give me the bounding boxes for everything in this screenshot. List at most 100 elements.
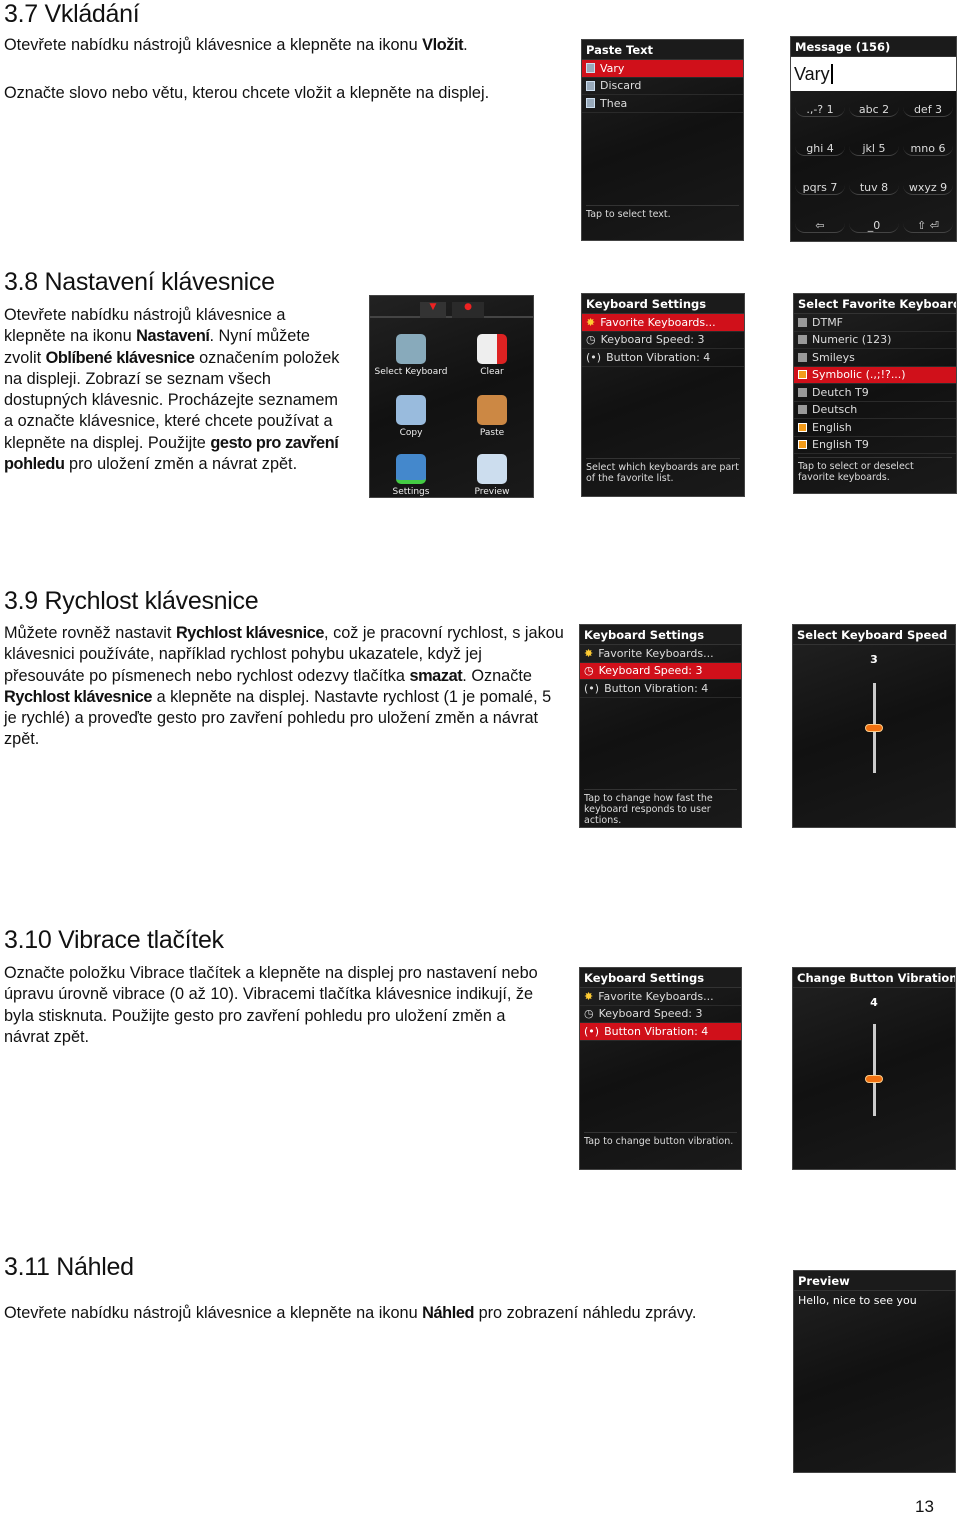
list-item: English	[794, 419, 956, 437]
clear-tool: Clear	[452, 334, 532, 377]
star-icon: ✸	[586, 315, 596, 329]
key: _0	[849, 219, 899, 233]
paragraph: Otevřete nabídku nástrojů klávesnice a k…	[4, 1304, 697, 1322]
speed-value: 3	[870, 653, 878, 666]
section-title: 3.10 Vibrace tlačítek	[4, 926, 224, 954]
hint: Select which keyboards are part of the f…	[586, 458, 740, 484]
preview-text: Hello, nice to see you	[798, 1294, 917, 1307]
screen-title: Keyboard Settings	[580, 968, 741, 988]
list-item: Smileys	[794, 349, 956, 367]
backspace-key: ⇦	[795, 219, 845, 233]
note-icon	[586, 63, 595, 74]
clear-icon	[477, 334, 507, 364]
hint: Tap to select or deselect favorite keybo…	[798, 457, 952, 483]
key: def 3	[903, 103, 953, 117]
checkbox-checked-icon	[798, 440, 807, 450]
clock-icon: ◷	[586, 333, 596, 346]
checkbox-icon	[798, 335, 807, 345]
paste-text-screenshot: Paste Text Vary Discard Thea Tap to sele…	[581, 39, 744, 241]
preview-tool: Preview	[452, 454, 532, 497]
list-item: Deutch T9	[794, 384, 956, 402]
list-item: Deutsch	[794, 402, 956, 419]
list-item: Thea	[582, 95, 743, 113]
paste-tool: Paste	[452, 395, 532, 438]
screen-title: Message (156)	[791, 37, 956, 57]
keyboard-tools-screenshot: ▼ ● Select Keyboard Clear Copy Paste Sett…	[369, 295, 534, 498]
paragraph: Můžete rovněž nastavit Rychlost klávesni…	[4, 624, 564, 749]
list-item: (•) Button Vibration: 4	[580, 680, 741, 698]
screen-title: Keyboard Settings	[582, 294, 744, 314]
vibration-slider	[873, 1024, 876, 1116]
slider-knob	[865, 724, 883, 732]
favorite-keyboards-screenshot: Select Favorite Keyboards DTMF Numeric (…	[793, 293, 957, 494]
list-item: Discard	[582, 78, 743, 95]
list-item: Symbolic (.,;!?...)	[794, 366, 956, 384]
settings-tool: Settings	[371, 454, 451, 497]
list-item: ✸ Favorite Keyboards...	[580, 988, 741, 1006]
copy-icon	[396, 395, 426, 425]
page-number: 13	[915, 1497, 934, 1516]
checkbox-icon	[798, 352, 807, 362]
list-item: Vary	[582, 60, 743, 78]
keyboard-settings-speed-screenshot: Keyboard Settings ✸ Favorite Keyboards...…	[579, 624, 742, 828]
enter-key: ⇧ ⏎	[903, 219, 953, 233]
settings-icon	[396, 454, 426, 484]
screen-title: Paste Text	[582, 40, 743, 60]
list-item: ◷ Keyboard Speed: 3	[580, 662, 741, 680]
screen-title: Preview	[794, 1271, 955, 1291]
key: mno 6	[903, 142, 953, 156]
checkbox-checked-icon	[798, 422, 807, 432]
paragraph: Otevřete nabídku nástrojů klávesnice a k…	[4, 306, 340, 474]
key: .,-? 1	[795, 103, 845, 117]
copy-tool: Copy	[371, 395, 451, 438]
keyboard-settings-vibration-screenshot: Keyboard Settings ✸ Favorite Keyboards...…	[579, 967, 742, 1170]
checkbox-checked-icon	[798, 370, 807, 380]
keyboard-icon	[396, 334, 426, 364]
screen-title: Select Keyboard Speed	[793, 625, 955, 645]
list-item: Numeric (123)	[794, 332, 956, 349]
hint: Tap to select text.	[586, 205, 739, 220]
vibration-icon: (•)	[584, 1024, 600, 1038]
star-icon: ✸	[584, 646, 594, 660]
preview-icon	[477, 454, 507, 484]
checkbox-icon	[798, 317, 807, 327]
key: pqrs 7	[795, 181, 845, 195]
button-vibration-screenshot: Change Button Vibration 4	[792, 967, 956, 1170]
vibration-icon: (•)	[586, 350, 602, 364]
paragraph: Otevřete nabídku nástrojů klávesnice a k…	[4, 35, 468, 56]
list-item: ✸ Favorite Keyboards...	[582, 314, 744, 332]
text: .	[463, 36, 468, 54]
clock-icon: ◷	[584, 1007, 594, 1020]
list-item: DTMF	[794, 314, 956, 332]
star-icon: ✸	[584, 989, 594, 1003]
list-item: ✸ Favorite Keyboards...	[580, 645, 741, 663]
screen-title: Keyboard Settings	[580, 625, 741, 645]
select-keyboard-tool: Select Keyboard	[371, 334, 451, 377]
section-title: 3.8 Nastavení klávesnice	[4, 268, 275, 296]
note-icon	[586, 98, 595, 109]
key: abc 2	[849, 103, 899, 117]
note-icon	[586, 80, 595, 91]
screen-title: Select Favorite Keyboards	[794, 294, 956, 314]
menu-tab-icon: ▼	[420, 302, 446, 318]
keyboard-speed-screenshot: Select Keyboard Speed 3	[792, 624, 956, 828]
list-item: (•) Button Vibration: 4	[580, 1023, 741, 1041]
section-title: 3.11 Náhled	[4, 1253, 134, 1281]
message-input: Vary	[791, 57, 956, 91]
key: ghi 4	[795, 142, 845, 156]
keyboard-settings-screenshot: Keyboard Settings ✸ Favorite Keyboards...…	[581, 293, 745, 497]
slider-knob	[865, 1075, 883, 1084]
record-tab-icon: ●	[452, 302, 484, 318]
list-item: (•) Button Vibration: 4	[582, 349, 744, 367]
list-item: English T9	[794, 437, 956, 454]
section-title: 3.7 Vkládání	[4, 0, 140, 28]
hint: Tap to change how fast the keyboard resp…	[584, 789, 737, 826]
paragraph: Označte slovo nebo větu, kterou chcete v…	[4, 84, 490, 102]
message-screenshot: Message (156) Vary .,-? 1 abc 2 def 3 gh…	[790, 36, 957, 242]
paste-icon	[477, 395, 507, 425]
tabs: ▼ ●	[370, 296, 533, 318]
section-title: 3.9 Rychlost klávesnice	[4, 587, 259, 615]
vibration-value: 4	[870, 996, 878, 1009]
key: tuv 8	[849, 181, 899, 195]
checkbox-icon	[798, 405, 807, 415]
